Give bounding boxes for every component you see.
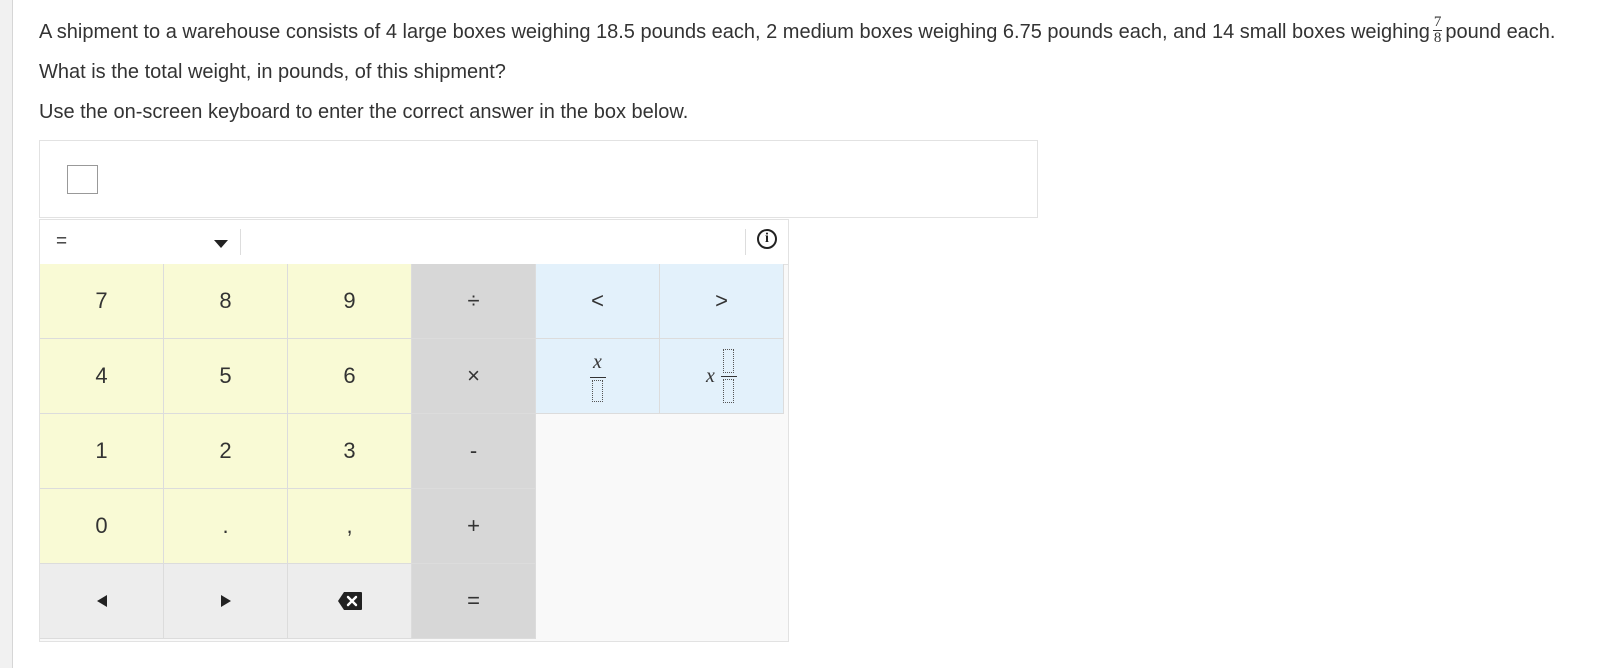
fraction-template: x: [589, 350, 606, 402]
selected-symbol: =: [56, 231, 68, 252]
caret-down-icon: [214, 240, 228, 248]
key-9[interactable]: 9: [288, 264, 412, 339]
question-line1-start: A shipment to a warehouse consists of 4 …: [39, 20, 1430, 43]
fraction-denominator: 8: [1433, 30, 1442, 46]
key-comma[interactable]: ,: [288, 489, 412, 564]
mixed-variable: x: [706, 364, 715, 387]
answer-area: [39, 140, 1038, 218]
placeholder-box: [723, 379, 735, 403]
backspace-icon: [337, 592, 362, 610]
key-greater-than[interactable]: >: [660, 264, 784, 339]
key-5[interactable]: 5: [164, 339, 288, 414]
key-mixed-number[interactable]: x: [660, 339, 784, 414]
left-border: [0, 0, 13, 668]
key-equals[interactable]: =: [412, 564, 536, 639]
on-screen-keyboard: = i 7 8 9 ÷ < > 4 5 6 × x x 1 2 3 - 0 . …: [39, 219, 789, 642]
mixed-number-template: x: [706, 349, 737, 403]
key-decimal[interactable]: .: [164, 489, 288, 564]
key-minus[interactable]: -: [412, 414, 536, 489]
mixed-fraction: [720, 349, 737, 403]
key-cursor-right[interactable]: [164, 564, 288, 639]
fraction-bar: [720, 376, 737, 377]
info-icon[interactable]: i: [757, 229, 777, 249]
fraction: 78: [1432, 14, 1443, 46]
question-line1-end: pound each.: [1445, 20, 1556, 43]
key-1[interactable]: 1: [40, 414, 164, 489]
fraction-variable: x: [593, 350, 602, 373]
question-text: A shipment to a warehouse consists of 4 …: [39, 14, 1556, 48]
key-7[interactable]: 7: [40, 264, 164, 339]
question-prompt: What is the total weight, in pounds, of …: [39, 61, 506, 83]
fraction-numerator: 7: [1432, 14, 1443, 31]
key-2[interactable]: 2: [164, 414, 288, 489]
key-less-than[interactable]: <: [536, 264, 660, 339]
key-cursor-left[interactable]: [40, 564, 164, 639]
key-6[interactable]: 6: [288, 339, 412, 414]
key-fraction[interactable]: x: [536, 339, 660, 414]
key-0[interactable]: 0: [40, 489, 164, 564]
key-plus[interactable]: +: [412, 489, 536, 564]
key-4[interactable]: 4: [40, 339, 164, 414]
instructions: Use the on-screen keyboard to enter the …: [39, 101, 689, 123]
left-arrow-icon: [96, 595, 107, 607]
keyboard-toolbar: = i: [40, 220, 788, 265]
placeholder-box: [592, 379, 603, 402]
key-divide[interactable]: ÷: [412, 264, 536, 339]
right-arrow-icon: [220, 595, 231, 607]
key-multiply[interactable]: ×: [412, 339, 536, 414]
toolbar-divider: [240, 229, 241, 255]
placeholder-box: [723, 349, 735, 373]
key-backspace[interactable]: [288, 564, 412, 639]
key-8[interactable]: 8: [164, 264, 288, 339]
key-3[interactable]: 3: [288, 414, 412, 489]
symbol-dropdown[interactable]: =: [40, 220, 240, 264]
answer-input-box[interactable]: [67, 165, 98, 194]
fraction-bar: [589, 376, 606, 378]
toolbar-divider: [745, 229, 746, 255]
